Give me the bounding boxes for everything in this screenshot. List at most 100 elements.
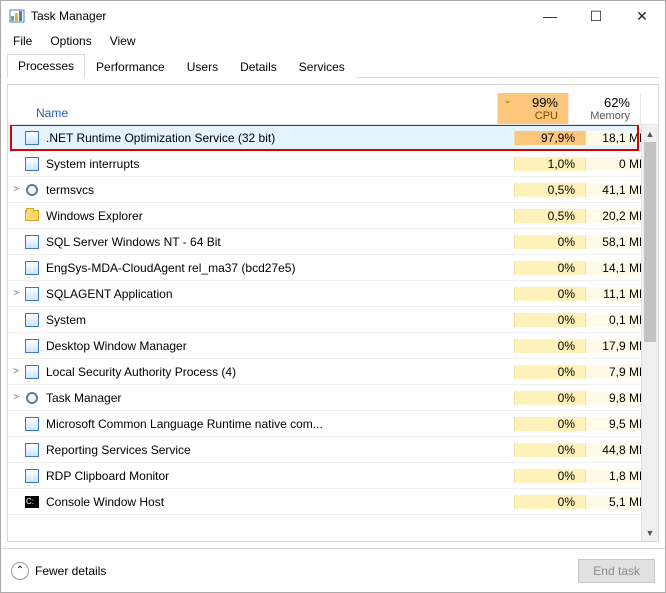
cpu-cell: 1,0% bbox=[514, 157, 586, 171]
process-rows: .NET Runtime Optimization Service (32 bi… bbox=[8, 125, 658, 541]
process-name: System bbox=[46, 313, 514, 327]
window-controls: — ☐ ✕ bbox=[527, 1, 665, 31]
process-name: Console Window Host bbox=[46, 495, 514, 509]
task-manager-window: Task Manager — ☐ ✕ File Options View Pro… bbox=[0, 0, 666, 593]
expand-toggle[interactable]: > bbox=[8, 288, 24, 299]
menu-options[interactable]: Options bbox=[42, 33, 99, 49]
table-row[interactable]: Reporting Services Service0%44,8 MB bbox=[8, 437, 658, 463]
process-icon bbox=[24, 390, 40, 406]
close-button[interactable]: ✕ bbox=[619, 1, 665, 31]
cpu-cell: 0% bbox=[514, 391, 586, 405]
menu-file[interactable]: File bbox=[5, 33, 40, 49]
process-icon bbox=[24, 286, 40, 302]
scroll-up-button[interactable]: ▲ bbox=[642, 125, 658, 142]
end-task-button[interactable]: End task bbox=[578, 559, 655, 583]
process-name: System interrupts bbox=[46, 157, 514, 171]
process-icon bbox=[24, 234, 40, 250]
fewer-details-button[interactable]: ⌃ Fewer details bbox=[11, 562, 106, 580]
process-icon bbox=[24, 208, 40, 224]
cpu-cell: 0% bbox=[514, 443, 586, 457]
process-icon bbox=[24, 416, 40, 432]
memory-total-pct: 62% bbox=[604, 95, 630, 110]
maximize-button[interactable]: ☐ bbox=[573, 1, 619, 31]
process-name: .NET Runtime Optimization Service (32 bi… bbox=[46, 131, 514, 145]
cpu-total-pct: 99% bbox=[532, 95, 558, 110]
table-row[interactable]: >termsvcs0,5%41,1 MB bbox=[8, 177, 658, 203]
sort-indicator-icon: ⌄ bbox=[504, 95, 512, 106]
menubar: File Options View bbox=[1, 31, 665, 51]
column-header-name[interactable]: Name bbox=[8, 106, 497, 124]
process-icon bbox=[24, 130, 40, 146]
tab-users[interactable]: Users bbox=[176, 55, 229, 78]
table-row[interactable]: Desktop Window Manager0%17,9 MB bbox=[8, 333, 658, 359]
process-name: RDP Clipboard Monitor bbox=[46, 469, 514, 483]
process-icon bbox=[24, 182, 40, 198]
process-name: Local Security Authority Process (4) bbox=[46, 365, 514, 379]
table-row[interactable]: EngSys-MDA-CloudAgent rel_ma37 (bcd27e5)… bbox=[8, 255, 658, 281]
tab-details[interactable]: Details bbox=[229, 55, 288, 78]
cpu-cell: 0% bbox=[514, 495, 586, 509]
cpu-cell: 0% bbox=[514, 469, 586, 483]
process-icon bbox=[24, 260, 40, 276]
process-name: termsvcs bbox=[46, 183, 514, 197]
process-icon bbox=[24, 312, 40, 328]
process-name: SQL Server Windows NT - 64 Bit bbox=[46, 235, 514, 249]
tab-processes[interactable]: Processes bbox=[7, 54, 85, 78]
cpu-label: CPU bbox=[535, 110, 558, 122]
column-header-cpu[interactable]: ⌄ 99% CPU bbox=[497, 93, 569, 124]
menu-view[interactable]: View bbox=[102, 33, 144, 49]
tab-performance[interactable]: Performance bbox=[85, 55, 176, 78]
table-row[interactable]: System0%0,1 MB bbox=[8, 307, 658, 333]
process-name: EngSys-MDA-CloudAgent rel_ma37 (bcd27e5) bbox=[46, 261, 514, 275]
cpu-cell: 0,5% bbox=[514, 183, 586, 197]
cpu-cell: 0% bbox=[514, 365, 586, 379]
table-row[interactable]: >SQLAGENT Application0%11,1 MB bbox=[8, 281, 658, 307]
scroll-down-button[interactable]: ▼ bbox=[642, 524, 658, 541]
cpu-cell: 0% bbox=[514, 261, 586, 275]
expand-toggle[interactable]: > bbox=[8, 366, 24, 377]
process-icon bbox=[24, 156, 40, 172]
process-name: Task Manager bbox=[46, 391, 514, 405]
cpu-cell: 0% bbox=[514, 287, 586, 301]
table-row[interactable]: RDP Clipboard Monitor0%1,8 MB bbox=[8, 463, 658, 489]
table-row[interactable]: >Local Security Authority Process (4)0%7… bbox=[8, 359, 658, 385]
table-row[interactable]: SQL Server Windows NT - 64 Bit0%58,1 MB bbox=[8, 229, 658, 255]
process-icon bbox=[24, 442, 40, 458]
footer: ⌃ Fewer details End task bbox=[1, 548, 665, 592]
tabs: Processes Performance Users Details Serv… bbox=[1, 51, 665, 78]
scroll-thumb[interactable] bbox=[644, 142, 656, 342]
chevron-up-icon: ⌃ bbox=[11, 562, 29, 580]
process-icon bbox=[24, 364, 40, 380]
column-header-memory[interactable]: 62% Memory bbox=[569, 93, 641, 124]
process-name: Microsoft Common Language Runtime native… bbox=[46, 417, 514, 431]
table-row[interactable]: .NET Runtime Optimization Service (32 bi… bbox=[8, 125, 658, 151]
memory-label: Memory bbox=[590, 110, 630, 122]
process-name: Desktop Window Manager bbox=[46, 339, 514, 353]
cpu-cell: 0% bbox=[514, 235, 586, 249]
process-name: Reporting Services Service bbox=[46, 443, 514, 457]
table-row[interactable]: C:Console Window Host0%5,1 MB bbox=[8, 489, 658, 515]
cpu-cell: 0% bbox=[514, 313, 586, 327]
table-row[interactable]: >Task Manager0%9,8 MB bbox=[8, 385, 658, 411]
cpu-cell: 97,9% bbox=[514, 131, 586, 145]
process-name: SQLAGENT Application bbox=[46, 287, 514, 301]
minimize-button[interactable]: — bbox=[527, 1, 573, 31]
process-icon bbox=[24, 338, 40, 354]
cpu-cell: 0,5% bbox=[514, 209, 586, 223]
process-icon: C: bbox=[24, 494, 40, 510]
process-icon bbox=[24, 468, 40, 484]
expand-toggle[interactable]: > bbox=[8, 184, 24, 195]
titlebar[interactable]: Task Manager — ☐ ✕ bbox=[1, 1, 665, 31]
app-icon bbox=[9, 8, 25, 24]
window-title: Task Manager bbox=[31, 9, 527, 23]
table-row[interactable]: Windows Explorer0,5%20,2 MB bbox=[8, 203, 658, 229]
table-row[interactable]: System interrupts1,0%0 MB bbox=[8, 151, 658, 177]
cpu-cell: 0% bbox=[514, 339, 586, 353]
vertical-scrollbar[interactable]: ▲ ▼ bbox=[641, 125, 658, 541]
process-grid: Name ⌄ 99% CPU 62% Memory .NET Runtime O… bbox=[7, 84, 659, 542]
table-row[interactable]: Microsoft Common Language Runtime native… bbox=[8, 411, 658, 437]
tab-services[interactable]: Services bbox=[288, 55, 356, 78]
expand-toggle[interactable]: > bbox=[8, 392, 24, 403]
fewer-details-label: Fewer details bbox=[35, 564, 106, 578]
column-headers: Name ⌄ 99% CPU 62% Memory bbox=[8, 85, 658, 125]
